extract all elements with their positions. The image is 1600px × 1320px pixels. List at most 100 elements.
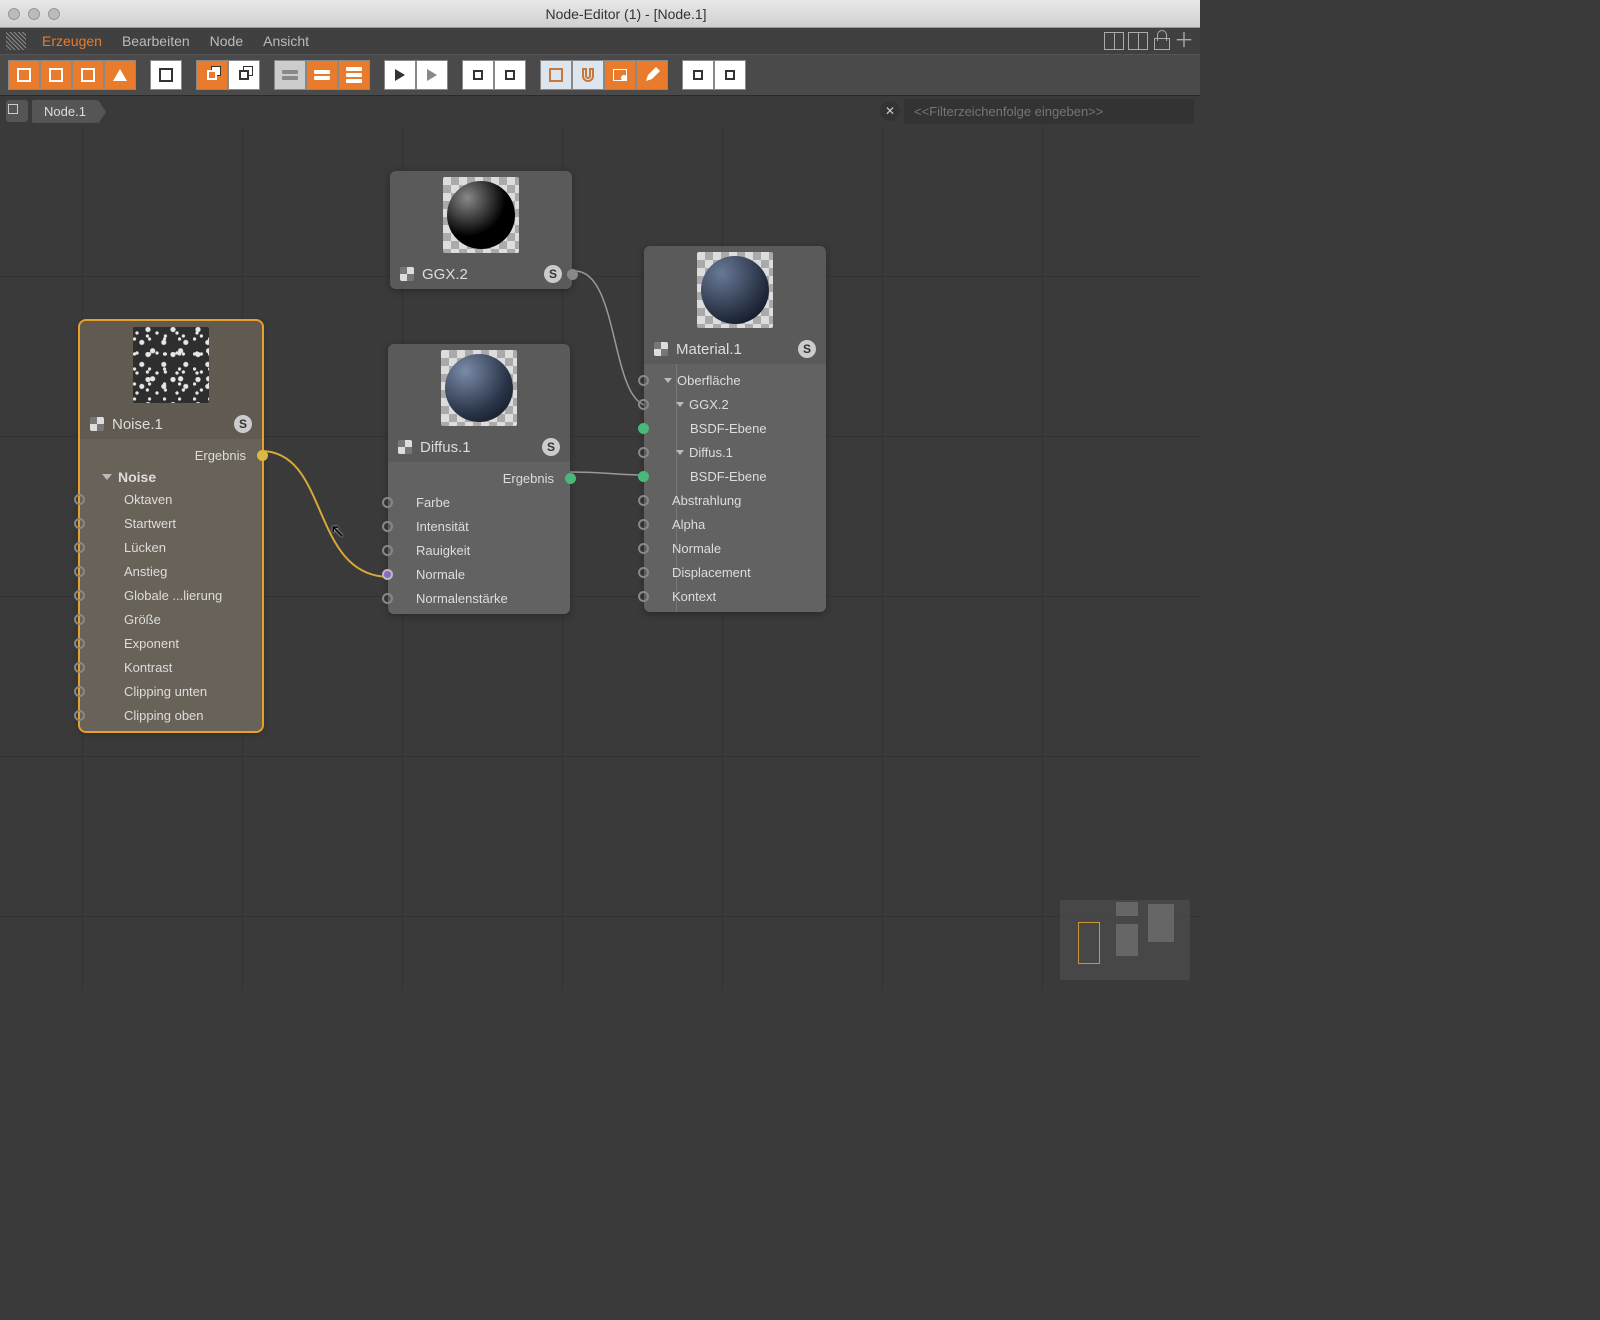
port-farbe[interactable] (382, 497, 393, 508)
node-material1[interactable]: Material.1 S Oberfläche GGX.2 BSDF-Ebene… (644, 246, 826, 612)
minimap-selection (1078, 922, 1100, 964)
port-clip-unten[interactable] (74, 686, 85, 697)
home-node-icon[interactable] (6, 100, 28, 122)
node-type-icon (90, 417, 104, 431)
port-label: Startwert (124, 516, 252, 531)
port-clip-oben[interactable] (74, 710, 85, 721)
port-label: Farbe (398, 495, 560, 510)
tool-new-node[interactable] (8, 60, 40, 90)
add-icon[interactable]: ＋ (1174, 34, 1194, 48)
port-startwert[interactable] (74, 518, 85, 529)
port-ergebnis-out[interactable] (565, 473, 576, 484)
tool-node-out[interactable] (72, 60, 104, 90)
node-canvas[interactable]: GGX.2 S Noise.1 S Ergebnis Noise Oktaven… (0, 126, 1200, 990)
window-titlebar: Node-Editor (1) - [Node.1] (0, 0, 1200, 28)
layout-right-icon[interactable] (1128, 32, 1148, 50)
solo-badge[interactable]: S (234, 415, 252, 433)
node-diffus1[interactable]: Diffus.1 S Ergebnis Farbe Intensität Rau… (388, 344, 570, 614)
toolbar (0, 54, 1200, 96)
caret-down-icon (676, 402, 684, 407)
layout-left-icon[interactable] (1104, 32, 1124, 50)
wire-noise-diffus[interactable] (261, 451, 390, 577)
menu-erzeugen[interactable]: Erzeugen (32, 29, 112, 53)
preview-ggx2 (443, 177, 519, 253)
menu-ansicht[interactable]: Ansicht (253, 29, 319, 53)
port-kontext[interactable] (638, 591, 649, 602)
node-title: Material.1 (676, 341, 742, 358)
port-globale[interactable] (74, 590, 85, 601)
port-diffus1[interactable] (638, 447, 649, 458)
group-label: Oberfläche (677, 373, 741, 388)
tool-rows-2[interactable] (306, 60, 338, 90)
port-intensitaet[interactable] (382, 521, 393, 532)
wire-diffus-material (570, 472, 648, 475)
node-ggx2[interactable]: GGX.2 S (390, 171, 572, 289)
lock-icon[interactable] (1152, 32, 1170, 50)
tool-copy[interactable] (196, 60, 228, 90)
port-kontrast[interactable] (74, 662, 85, 673)
tool-snap[interactable] (572, 60, 604, 90)
port-normale-m[interactable] (638, 543, 649, 554)
port-exponent[interactable] (74, 638, 85, 649)
tool-rows-1[interactable] (274, 60, 306, 90)
close-window-button[interactable] (8, 8, 20, 20)
port-label: Globale ...lierung (124, 588, 252, 603)
port-rauigkeit[interactable] (382, 545, 393, 556)
tool-paste[interactable] (228, 60, 260, 90)
tool-step[interactable] (416, 60, 448, 90)
tool-frame[interactable] (540, 60, 572, 90)
node-noise1[interactable]: Noise.1 S Ergebnis Noise Oktaven Startwe… (80, 321, 262, 731)
window-title: Node-Editor (1) - [Node.1] (60, 6, 1192, 22)
menu-node[interactable]: Node (200, 29, 253, 53)
solo-badge[interactable]: S (542, 438, 560, 456)
tool-node-in[interactable] (40, 60, 72, 90)
tool-triangle[interactable] (104, 60, 136, 90)
port-oktaven[interactable] (74, 494, 85, 505)
port-groesse[interactable] (74, 614, 85, 625)
tool-align-2[interactable] (494, 60, 526, 90)
port-normale[interactable] (382, 569, 393, 580)
minimap-node (1148, 904, 1174, 942)
tool-import[interactable] (150, 60, 182, 90)
group-noise[interactable]: Noise (80, 467, 262, 487)
port-normalenstaerke[interactable] (382, 593, 393, 604)
port-out[interactable] (567, 269, 578, 280)
minimap[interactable] (1060, 900, 1190, 980)
port-label: Normale (398, 567, 560, 582)
port-ergebnis-out[interactable] (257, 450, 268, 461)
tool-play[interactable] (384, 60, 416, 90)
preview-noise (133, 327, 209, 403)
port-ggx2[interactable] (638, 399, 649, 410)
solo-badge[interactable]: S (544, 265, 562, 283)
port-bsdf-1[interactable] (638, 423, 649, 434)
minimap-node (1116, 902, 1138, 916)
port-label: Normalenstärke (398, 591, 560, 606)
port-anstieg[interactable] (74, 566, 85, 577)
port-luecken[interactable] (74, 542, 85, 553)
solo-badge[interactable]: S (798, 340, 816, 358)
port-label: Displacement (654, 565, 751, 580)
breadcrumb-chip[interactable]: Node.1 (32, 100, 98, 123)
port-oberflaeche[interactable] (638, 375, 649, 386)
port-abstrahlung[interactable] (638, 495, 649, 506)
group-label: Diffus.1 (689, 445, 733, 460)
tool-view-1[interactable] (604, 60, 636, 90)
group-label: GGX.2 (689, 397, 729, 412)
menu-bearbeiten[interactable]: Bearbeiten (112, 29, 200, 53)
tool-send-1[interactable] (682, 60, 714, 90)
magnet-icon (579, 66, 597, 84)
tool-view-2[interactable] (636, 60, 668, 90)
preview-diffus (441, 350, 517, 426)
tool-align-1[interactable] (462, 60, 494, 90)
port-displacement[interactable] (638, 567, 649, 578)
grip-icon (6, 32, 26, 50)
caret-down-icon (664, 378, 672, 383)
minimize-window-button[interactable] (28, 8, 40, 20)
clear-filter-button[interactable]: ✕ (880, 101, 900, 121)
filter-input[interactable] (904, 99, 1194, 124)
tool-send-2[interactable] (714, 60, 746, 90)
port-alpha[interactable] (638, 519, 649, 530)
zoom-window-button[interactable] (48, 8, 60, 20)
tool-rows-3[interactable] (338, 60, 370, 90)
port-bsdf-2[interactable] (638, 471, 649, 482)
